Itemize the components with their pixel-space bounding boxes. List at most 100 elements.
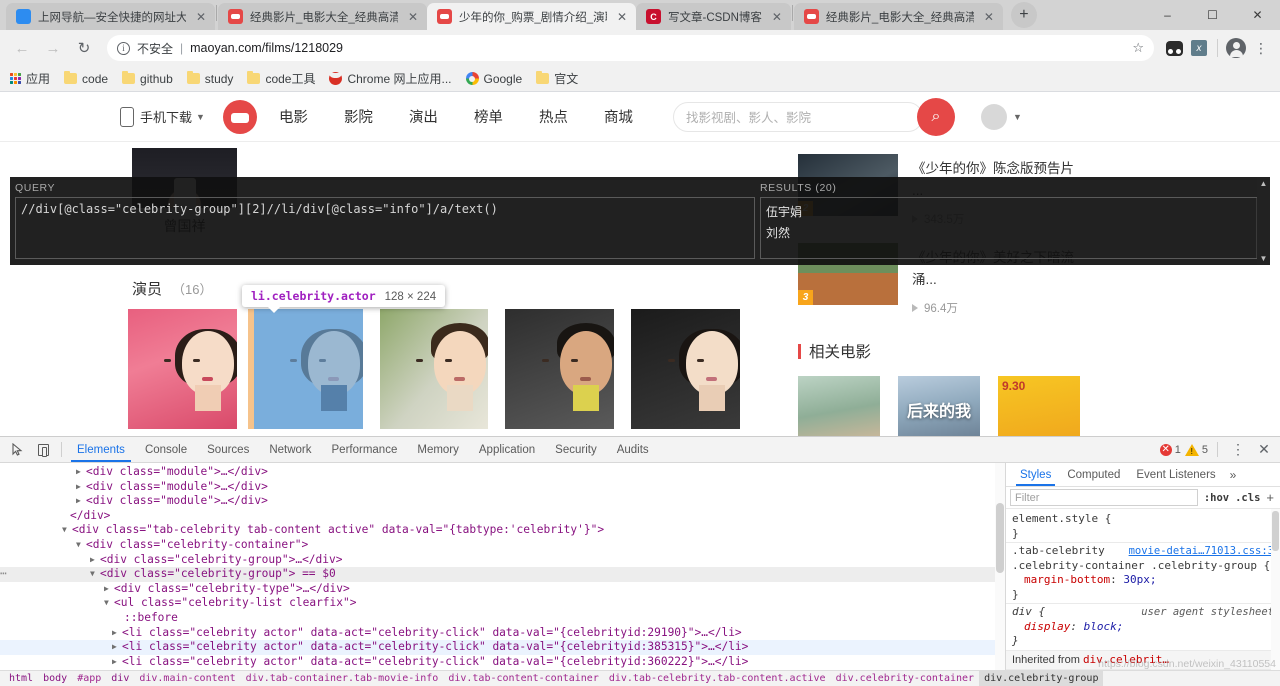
cursor-inspect-icon[interactable] [4,438,30,462]
minimize-button[interactable]: – [1145,0,1190,30]
query-box[interactable]: //div[@class="celebrity-group"][2]//li/d… [15,197,755,259]
movie-poster[interactable] [798,376,880,439]
bookmark-apps[interactable]: 应用 [10,70,50,87]
bookmark-github[interactable]: github [122,71,173,86]
browser-tab-5[interactable]: 经典影片_电影大全_经典高清电 ✕ [793,3,1003,30]
dom-node[interactable]: ▼ <div class="tab-celebrity tab-content a… [0,523,1005,538]
twisty-icon[interactable]: ▶ [104,582,114,597]
chevron-down-icon[interactable]: ▼ [196,112,205,122]
twisty-icon[interactable]: ▼ [104,596,114,611]
rule-selector[interactable]: .tab-celebrity [1012,544,1105,557]
browser-tab-1[interactable]: 上网导航—安全快捷的网址大全 ✕ [6,3,215,30]
breadcrumb-celebrity-group[interactable]: div.celebrity-group [979,671,1104,686]
tab-elements[interactable]: Elements [67,437,135,462]
more-tabs-icon[interactable]: » [1224,468,1243,482]
breadcrumb-html[interactable]: html [4,671,38,686]
xpath-query-input[interactable]: //div[@class="celebrity-group"][2]//li/d… [16,198,754,220]
results-box[interactable]: 伍宇娟 刘然 ▲ ▼ [760,197,1270,259]
dom-node[interactable]: ▶<li class="celebrity actor" data-act="c… [0,669,1005,670]
bookmark-study[interactable]: study [186,71,233,86]
twisty-icon[interactable]: ▶ [76,465,86,480]
dom-scrollbar[interactable] [995,463,1005,670]
twisty-icon[interactable]: ▼ [76,538,86,553]
close-icon[interactable]: ✕ [981,9,997,25]
stylesheet-link[interactable]: movie-detai…71013.css:3 [1129,544,1274,559]
dom-node[interactable]: ▶<li class="celebrity actor" data-act="c… [0,626,1005,641]
maoyan-logo[interactable] [222,99,257,134]
movie-poster[interactable]: 9.30 [998,376,1080,439]
browser-tab-3-active[interactable]: 少年的你_购票_剧情介绍_演职人 ✕ [427,3,636,30]
profile-avatar[interactable] [1225,37,1247,59]
scroll-up-icon[interactable]: ▲ [1260,179,1268,188]
info-icon[interactable]: i [117,41,130,55]
nav-item-rankings[interactable]: 榜单 [474,106,503,127]
close-icon[interactable]: ✕ [193,9,209,25]
list-item[interactable] [505,309,615,429]
close-icon[interactable]: ✕ [769,9,785,25]
dom-node-selected[interactable]: ▶ <li class="celebrity actor" data-act="c… [0,640,1005,655]
breadcrumb-app[interactable]: #app [72,671,106,686]
dom-node[interactable]: ▶ <div class="celebrity-type">…</div> [0,582,1005,597]
nav-item-cinemas[interactable]: 影院 [344,106,373,127]
list-item[interactable] [379,309,489,429]
breadcrumb-div[interactable]: div [106,671,134,686]
bookmark-google[interactable]: Google [465,72,522,86]
twisty-icon[interactable]: ▶ [76,494,86,509]
close-window-button[interactable]: ✕ [1235,0,1280,30]
breadcrumb-tab-container[interactable]: div.tab-container.tab-movie-info [241,671,444,686]
tab-audits[interactable]: Audits [607,437,659,462]
dom-node[interactable]: ▶ <div class="module">…</div> [0,480,1005,495]
inherited-selector[interactable]: div.celebrit… [1083,653,1169,666]
css-property-name[interactable]: margin-bottom [1012,573,1110,586]
dom-node[interactable]: ▼ <ul class="celebrity-list clearfix"> [0,596,1005,611]
styles-rules-list[interactable]: element.style { } .tab-celebrity movie-de… [1006,509,1280,670]
new-tab-button[interactable]: + [1010,2,1037,28]
nav-item-hot[interactable]: 热点 [539,106,568,127]
device-toolbar-icon[interactable] [30,438,56,462]
dom-pseudo-node[interactable]: ::before [0,611,1005,626]
warning-count-badge[interactable]: 5 [1184,443,1208,456]
close-icon[interactable]: ✕ [614,9,630,25]
styles-filter-input[interactable]: Filter [1010,489,1198,506]
style-rule-element[interactable]: element.style { } [1006,511,1280,543]
dom-node[interactable]: ▶<li class="celebrity actor" data-act="c… [0,655,1005,670]
close-icon[interactable]: ✕ [405,9,421,25]
tab-sources[interactable]: Sources [197,437,259,462]
style-rule-celebrity-group[interactable]: .tab-celebrity movie-detai…71013.css:3 .c… [1006,543,1280,604]
breadcrumb-celebrity-container[interactable]: div.celebrity-container [831,671,979,686]
twisty-icon[interactable]: ▶ [112,640,122,655]
css-property-value[interactable]: 30px; [1123,573,1156,586]
extension-2-icon[interactable]: x [1188,37,1210,59]
tab-console[interactable]: Console [135,437,197,462]
tab-network[interactable]: Network [259,437,321,462]
search-icon[interactable]: ⌕ [916,97,955,136]
devtools-close-icon[interactable]: ✕ [1253,441,1275,458]
bookmark-docs[interactable]: 官文 [536,70,578,87]
list-item[interactable] [128,309,237,429]
style-rule-user-agent[interactable]: div {user agent stylesheet display: bloc… [1006,604,1280,651]
tab-computed[interactable]: Computed [1059,463,1128,486]
maximize-button[interactable]: ☐ [1190,0,1235,30]
dom-node-selected-parent[interactable]: ⋯ ▼ <div class="celebrity-group"> == $0 [0,567,1005,582]
site-user-menu[interactable]: ▼ [980,103,1022,130]
dom-node[interactable]: </div> [0,509,1005,524]
breadcrumb-tab-content-container[interactable]: div.tab-content-container [443,671,604,686]
address-bar[interactable]: i 不安全 | maoyan.com/films/1218029 ☆ [107,35,1154,61]
breadcrumb-main-content[interactable]: div.main-content [134,671,240,686]
hov-toggle[interactable]: :hov [1204,492,1229,504]
browser-tab-2[interactable]: 经典影片_电影大全_经典高清电 ✕ [218,3,427,30]
twisty-icon[interactable]: ▶ [112,669,122,670]
browser-tab-4[interactable]: C 写文章-CSDN博客 ✕ [636,3,791,30]
new-style-rule-button[interactable]: + [1266,490,1276,505]
twisty-icon[interactable]: ▼ [90,567,100,582]
overlay-scrollbar[interactable]: ▲ ▼ [1257,177,1270,265]
nav-item-movies[interactable]: 电影 [279,106,308,127]
breadcrumb-tab-celebrity[interactable]: div.tab-celebrity.tab-content.active [604,671,831,686]
scroll-down-icon[interactable]: ▼ [1260,254,1268,263]
tab-performance[interactable]: Performance [322,437,408,462]
extension-1-icon[interactable] [1163,37,1185,59]
cls-toggle[interactable]: .cls [1235,492,1260,504]
bookmark-chrome-webstore[interactable]: Chrome 网上应用... [329,70,452,87]
back-button[interactable]: ← [8,34,36,62]
tab-styles[interactable]: Styles [1012,463,1059,486]
